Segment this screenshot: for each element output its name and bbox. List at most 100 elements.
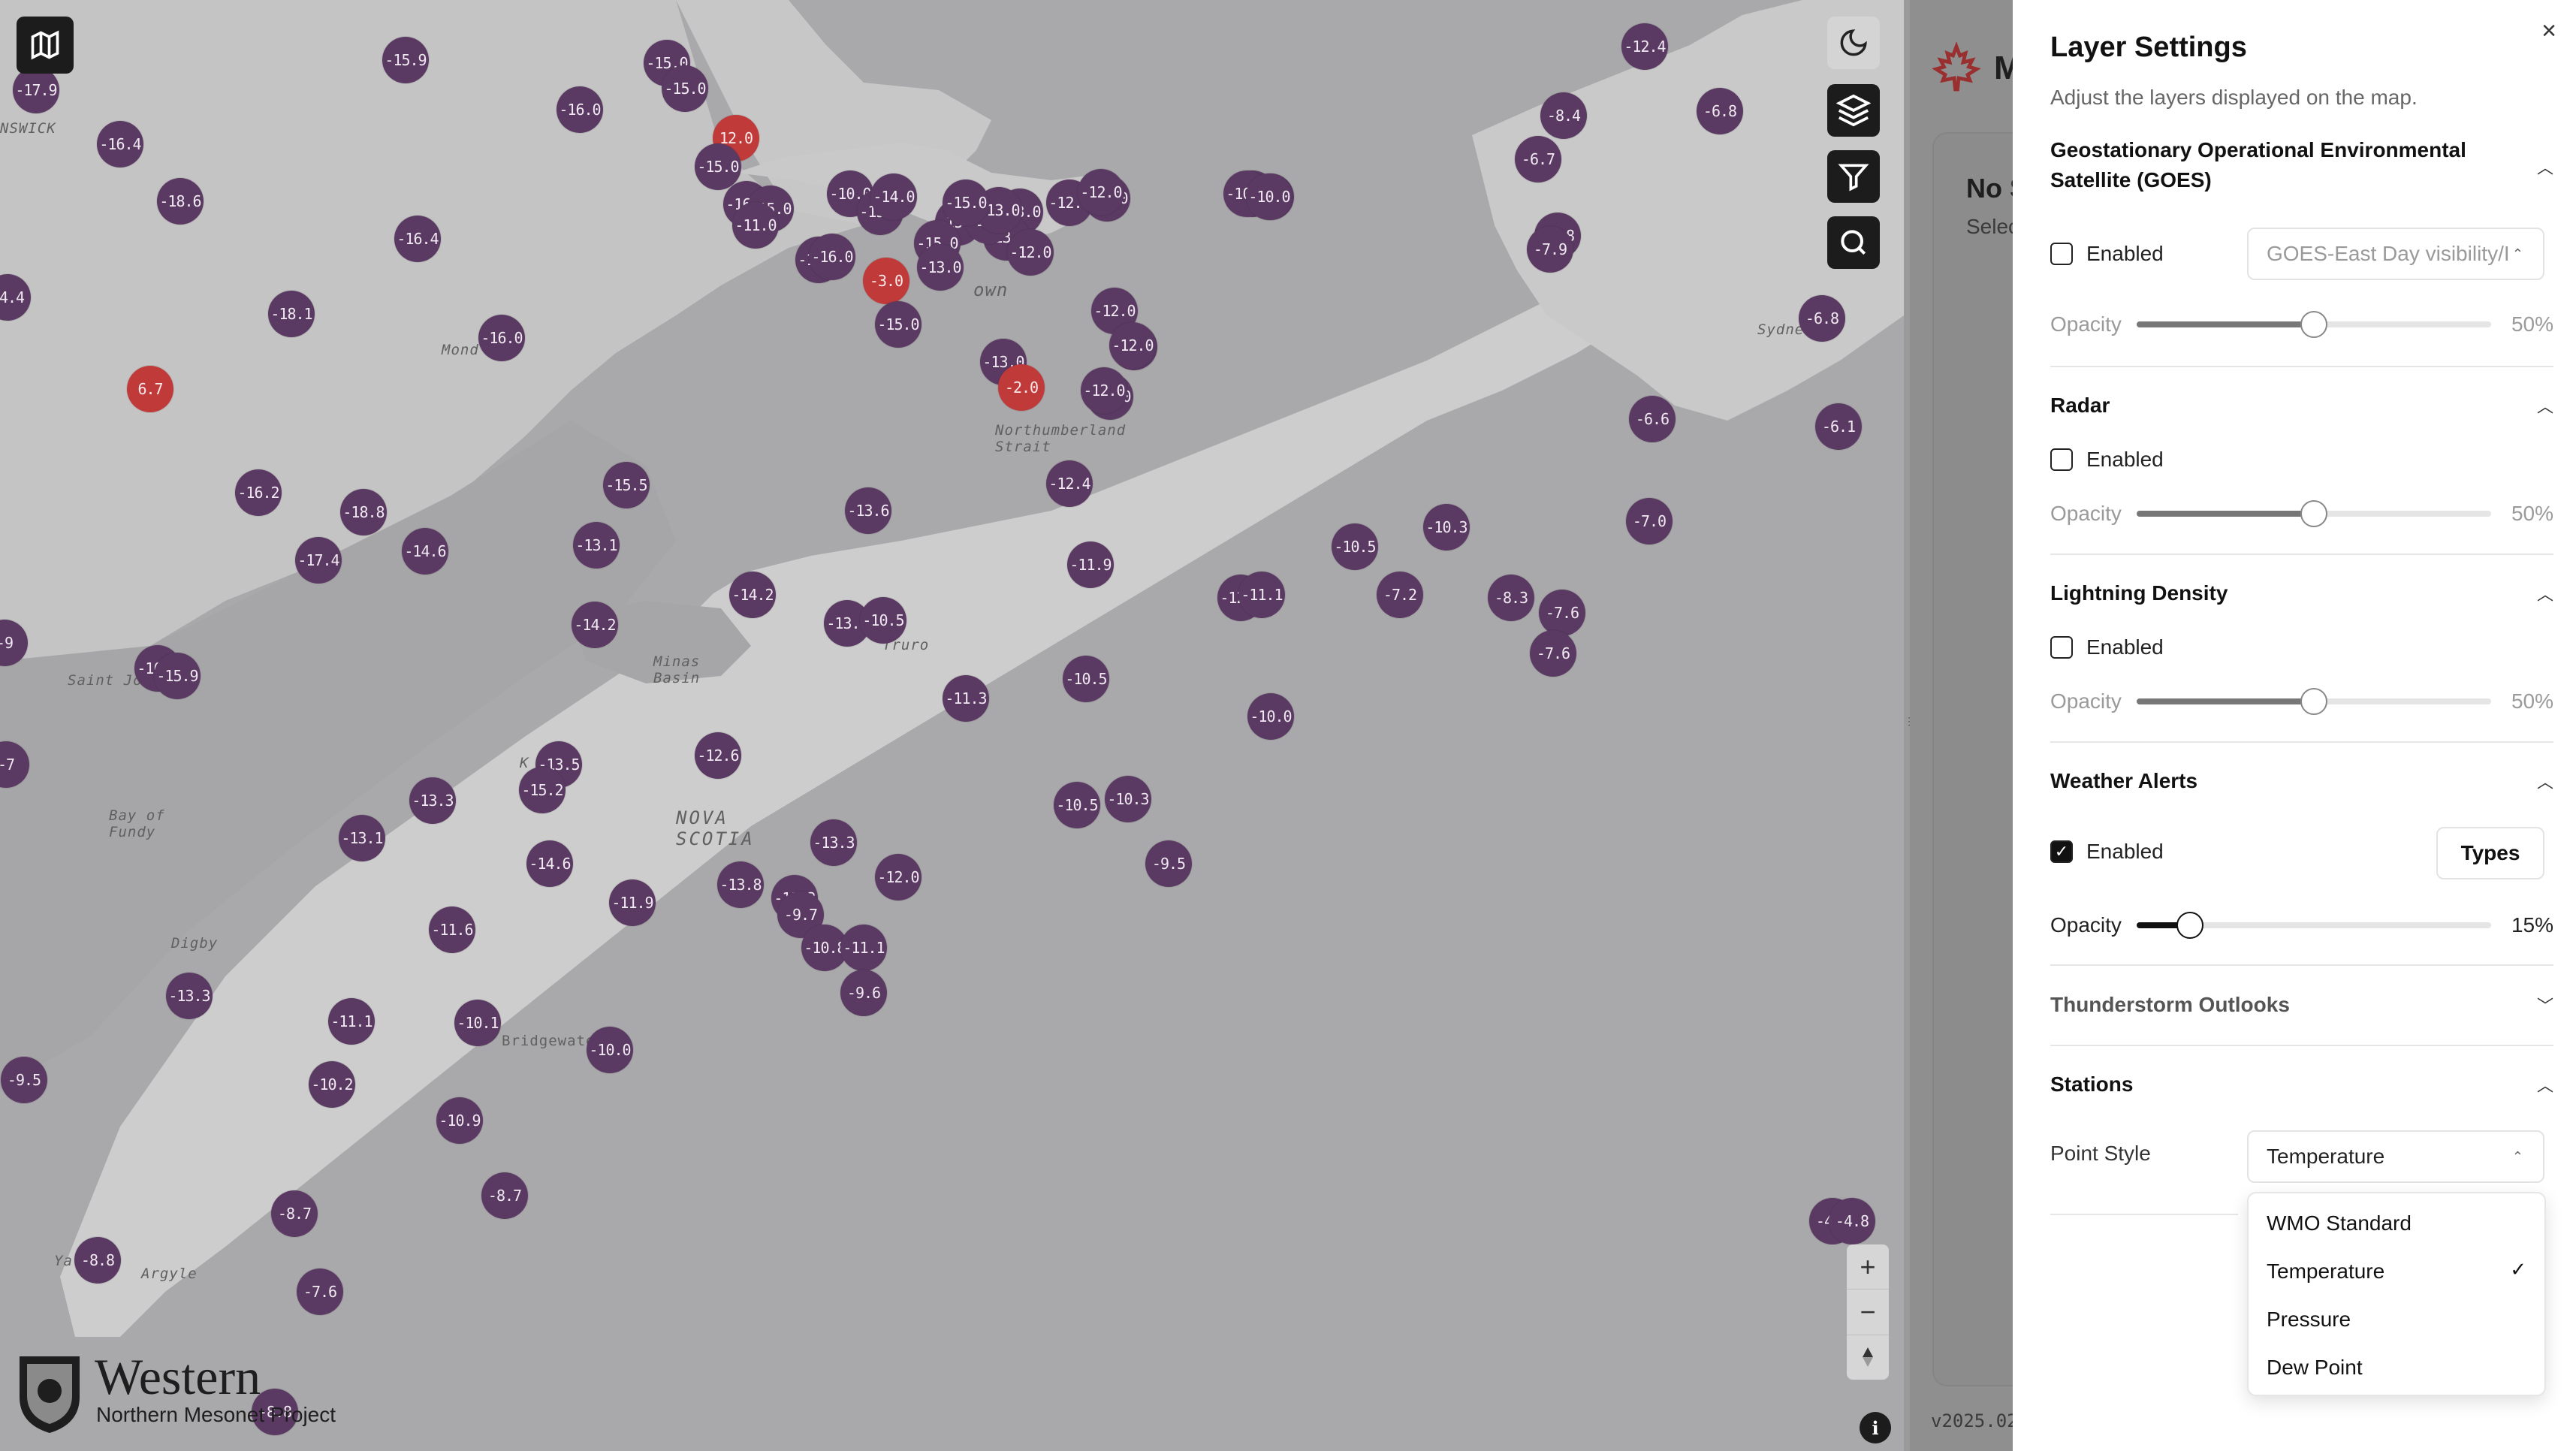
station-marker[interactable]: -13.3 [166, 973, 213, 1019]
slider-thumb[interactable] [2300, 500, 2327, 527]
chevron-up-icon[interactable]: ︿ [2537, 155, 2553, 179]
station-marker[interactable]: -14.2 [729, 572, 776, 618]
station-marker[interactable]: -11.1 [328, 998, 375, 1045]
section-thunderstorm-title[interactable]: Thunderstorm Outlooks [2050, 990, 2290, 1020]
station-marker[interactable]: -18.6 [157, 178, 204, 225]
station-marker[interactable]: -12.4 [1621, 23, 1668, 70]
lightning-opacity-slider[interactable]: Opacity 50% [2050, 688, 2553, 715]
station-marker[interactable]: -17.4 [295, 537, 342, 584]
section-alerts-title[interactable]: Weather Alerts [2050, 766, 2197, 796]
chevron-up-icon[interactable]: ︿ [2537, 581, 2553, 605]
panel-resize-handle[interactable]: ⋮ [1904, 0, 1914, 1451]
station-marker[interactable]: -10.0 [1246, 173, 1293, 220]
station-marker[interactable]: -11.6 [429, 906, 475, 953]
point-style-select[interactable]: Temperature ⌃ [2247, 1130, 2544, 1183]
dropdown-option-temperature[interactable]: Temperature [2267, 1259, 2384, 1284]
slider-thumb[interactable] [2300, 688, 2327, 715]
station-marker[interactable]: -6.7 [1515, 136, 1561, 183]
compass-reset-button[interactable] [1847, 1335, 1889, 1380]
station-marker[interactable]: -10.5 [1063, 656, 1109, 702]
station-marker[interactable]: -15.2 [519, 767, 566, 813]
station-marker[interactable]: -10.1 [454, 1000, 501, 1046]
station-marker[interactable]: -10.5 [860, 597, 906, 644]
info-button[interactable]: i [1860, 1412, 1891, 1443]
checkbox-box[interactable] [2050, 448, 2073, 471]
alerts-opacity-slider[interactable]: Opacity 15% [2050, 912, 2553, 939]
station-marker[interactable]: -15.9 [154, 653, 201, 699]
station-marker[interactable]: -15.0 [875, 301, 922, 348]
slider-track[interactable] [2137, 311, 2491, 338]
dropdown-option-wmo[interactable]: WMO Standard [2267, 1211, 2412, 1235]
radar-enabled-checkbox[interactable]: Enabled [2050, 448, 2164, 472]
dropdown-option-dew-point[interactable]: Dew Point [2267, 1356, 2363, 1380]
station-marker[interactable]: -14.2 [572, 602, 618, 648]
alert-types-button[interactable]: Types [2436, 827, 2544, 879]
station-marker[interactable]: -13.1 [339, 815, 385, 861]
station-marker[interactable]: -15.0 [695, 143, 741, 190]
slider-track[interactable] [2137, 688, 2491, 715]
goes-product-select[interactable]: GOES-East Day visibility/I ⌃ [2247, 228, 2544, 280]
zoom-in-button[interactable]: + [1847, 1244, 1889, 1290]
station-marker[interactable]: -18.8 [340, 489, 387, 535]
station-marker[interactable]: -9.6 [840, 970, 887, 1016]
map-canvas[interactable]: NSWICK Saint John Bay of Fundy Minas Bas… [0, 0, 1904, 1451]
station-marker[interactable]: -12.0 [1081, 367, 1127, 414]
alerts-enabled-checkbox[interactable]: ✓ Enabled [2050, 840, 2164, 864]
station-marker[interactable]: -6.6 [1629, 396, 1676, 442]
station-marker[interactable]: -7.6 [1530, 630, 1576, 677]
station-marker[interactable]: -15.5 [603, 462, 650, 508]
slider-track[interactable] [2137, 912, 2491, 939]
station-marker[interactable]: -10.0 [587, 1027, 633, 1073]
station-marker[interactable]: -7.9 [1527, 226, 1573, 273]
search-button[interactable] [1827, 216, 1880, 269]
section-radar-title[interactable]: Radar [2050, 391, 2110, 421]
station-marker[interactable]: -4.8 [1829, 1198, 1875, 1244]
station-marker[interactable]: -14.6 [402, 528, 448, 575]
station-marker[interactable]: -16.0 [809, 234, 855, 280]
chevron-up-icon[interactable]: ︿ [2537, 769, 2553, 793]
map-view-button[interactable] [17, 17, 74, 74]
station-marker[interactable]: -8.4 [1540, 92, 1587, 139]
section-goes-title[interactable]: Geostationary Operational Environmental … [2050, 135, 2486, 195]
zoom-out-button[interactable]: − [1847, 1290, 1889, 1335]
slider-thumb[interactable] [2176, 912, 2203, 939]
chevron-down-icon[interactable]: ﹀ [2537, 993, 2553, 1017]
station-marker[interactable]: -11.0 [732, 202, 779, 249]
station-marker[interactable]: -13.6 [845, 487, 891, 534]
layers-button[interactable] [1827, 84, 1880, 137]
station-marker[interactable]: -16.0 [557, 86, 603, 133]
chevron-up-icon[interactable]: ︿ [2537, 394, 2553, 418]
slider-track[interactable] [2137, 500, 2491, 527]
station-marker[interactable]: -11.9 [1067, 541, 1114, 588]
filter-button[interactable] [1827, 150, 1880, 203]
station-marker[interactable]: -16.0 [478, 315, 525, 361]
goes-enabled-checkbox[interactable]: Enabled [2050, 242, 2164, 266]
station-marker[interactable]: -12.4 [1046, 460, 1093, 507]
station-marker[interactable]: -12.0 [1109, 322, 1156, 369]
station-marker[interactable]: -18.1 [268, 291, 315, 337]
station-marker[interactable]: -16.2 [235, 469, 282, 516]
checkbox-box[interactable]: ✓ [2050, 840, 2073, 863]
checkbox-box[interactable] [2050, 243, 2073, 265]
station-marker[interactable]: -10.3 [1423, 504, 1470, 551]
station-marker[interactable]: -6.8 [1697, 88, 1743, 134]
station-marker[interactable]: 6.7 [127, 366, 173, 412]
station-marker[interactable]: -10.5 [1332, 523, 1378, 570]
station-marker[interactable]: -7.6 [297, 1268, 343, 1315]
station-marker[interactable]: -16.4 [394, 216, 441, 262]
station-marker[interactable]: -12.0 [875, 854, 922, 900]
radar-opacity-slider[interactable]: Opacity 50% [2050, 500, 2553, 527]
station-marker[interactable]: -12.6 [695, 732, 741, 779]
dark-mode-button[interactable] [1827, 17, 1880, 69]
station-marker[interactable]: -14.0 [870, 173, 917, 220]
station-marker[interactable]: -16.4 [97, 121, 143, 167]
slider-thumb[interactable] [2300, 311, 2327, 338]
close-button[interactable]: × [2541, 17, 2556, 46]
station-marker[interactable]: -15.0 [943, 179, 989, 226]
station-marker[interactable]: -10.0 [1247, 693, 1294, 740]
station-marker[interactable]: -10.5 [1054, 782, 1100, 828]
station-marker[interactable]: -17.9 [13, 67, 59, 113]
station-marker[interactable]: -7.0 [1626, 498, 1673, 545]
goes-opacity-slider[interactable]: Opacity 50% [2050, 311, 2553, 338]
section-lightning-title[interactable]: Lightning Density [2050, 578, 2228, 608]
